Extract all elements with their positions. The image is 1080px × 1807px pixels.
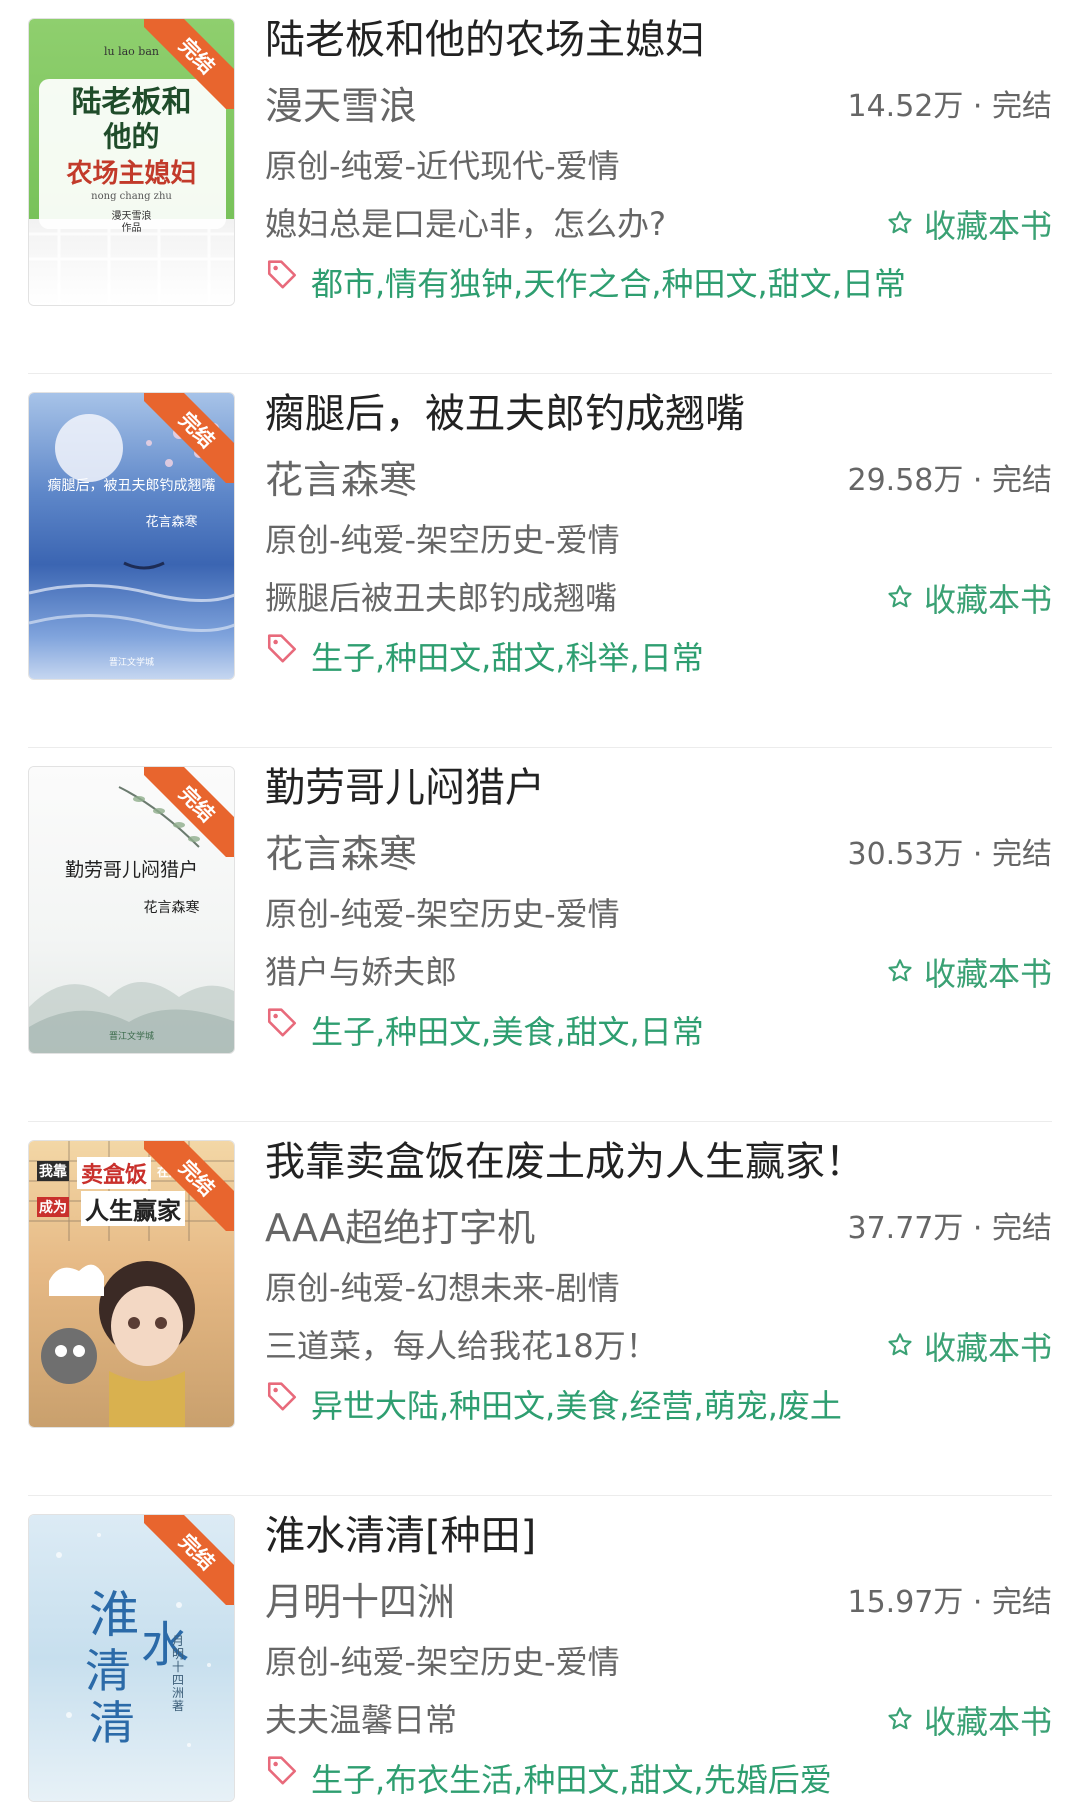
book-author[interactable]: AAA超绝打字机: [265, 1200, 535, 1256]
favorite-button[interactable]: 收藏本书: [886, 200, 1052, 252]
book-card[interactable]: 我靠 卖盒饭 在废土 成为 人生赢家 完结 我靠卖盒饭在废土成为人生赢家！ AA…: [0, 1122, 1080, 1496]
book-tags: 生子,种田文,甜文,科举,日常: [265, 630, 704, 685]
cover-title: 勤劳哥儿闷猎户: [64, 859, 198, 881]
book-title[interactable]: 勤劳哥儿闷猎户: [265, 758, 545, 818]
book-cover[interactable]: 瘸腿后，被丑夫郎钓成翘嘴 花言森寒 晋江文学城 完结: [28, 392, 235, 680]
tag-icon: [265, 1378, 299, 1433]
book-summary: 媳妇总是口是心非，怎么办?: [265, 205, 666, 243]
cover-author: 花言森寒: [145, 515, 198, 530]
book-summary: 夫夫温馨日常: [265, 1701, 458, 1739]
tag-icon: [265, 1752, 299, 1807]
book-cover[interactable]: lu lao ban 陆老板和 他的 农场主媳妇 nong chang zhu …: [28, 18, 235, 306]
book-title[interactable]: 我靠卖盒饭在废土成为人生赢家！: [265, 1132, 865, 1192]
book-cover[interactable]: 勤劳哥儿闷猎户 花言森寒 晋江文学城 完结: [28, 766, 235, 1054]
favorite-label: 收藏本书: [923, 1329, 1052, 1367]
book-tags: 生子,种田文,美食,甜文,日常: [265, 1004, 704, 1059]
cover-author: 月明十四洲著: [171, 1634, 184, 1713]
book-stats: 37.77万 · 完结: [847, 1211, 1053, 1246]
favorite-button[interactable]: 收藏本书: [886, 1696, 1052, 1748]
completed-ribbon: 完结: [144, 1141, 234, 1231]
book-list: lu lao ban 陆老板和 他的 农场主媳妇 nong chang zhu …: [0, 0, 1080, 1802]
favorite-label: 收藏本书: [923, 581, 1052, 619]
book-author[interactable]: 花言森寒: [265, 826, 417, 882]
cover-title-part: 卖盒饭: [77, 1157, 152, 1189]
completed-ribbon: 完结: [144, 19, 234, 109]
favorite-button[interactable]: 收藏本书: [886, 574, 1052, 626]
book-category: 原创-纯爱-近代现代-爱情: [265, 147, 620, 185]
star-outline-icon: [886, 1322, 914, 1374]
star-outline-icon: [886, 948, 914, 1000]
star-outline-icon: [886, 200, 914, 252]
tag-list[interactable]: 生子,种田文,甜文,科举,日常: [311, 632, 704, 684]
tag-list[interactable]: 生子,种田文,美食,甜文,日常: [311, 1006, 704, 1058]
book-author[interactable]: 花言森寒: [265, 452, 417, 508]
star-outline-icon: [886, 574, 914, 626]
book-summary: 三道菜，每人给我花18万！: [265, 1327, 658, 1365]
cover-publisher: 晋江文学城: [108, 658, 154, 668]
tag-list[interactable]: 都市,情有独钟,天作之合,种田文,甜文,日常: [311, 258, 906, 310]
book-card[interactable]: lu lao ban 陆老板和 他的 农场主媳妇 nong chang zhu …: [0, 0, 1080, 374]
cover-title-line: 农场主媳妇: [66, 159, 197, 189]
book-stats: 15.97万 · 完结: [847, 1585, 1053, 1620]
book-stats: 14.52万 · 完结: [847, 89, 1053, 124]
tag-list[interactable]: 生子,布衣生活,种田文,甜文,先婚后爱: [311, 1754, 832, 1806]
book-card[interactable]: 淮 水 清 清 月明十四洲著 完结 淮水清清[种田] 月明十四洲 15.97万 …: [0, 1496, 1080, 1802]
book-card[interactable]: 瘸腿后，被丑夫郎钓成翘嘴 花言森寒 晋江文学城 完结 瘸腿后，被丑夫郎钓成翘嘴 …: [0, 374, 1080, 748]
cover-title-char: 清: [89, 1696, 135, 1750]
book-summary: 撅腿后被丑夫郎钓成翘嘴: [265, 579, 618, 617]
book-tags: 异世大陆,种田文,美食,经营,萌宠,废土: [265, 1378, 842, 1433]
cover-title-line: 他的: [103, 120, 160, 153]
cover-pinyin: nong chang zhu: [91, 191, 172, 202]
book-stats: 29.58万 · 完结: [847, 463, 1053, 498]
favorite-button[interactable]: 收藏本书: [886, 948, 1052, 1000]
book-title[interactable]: 陆老板和他的农场主媳妇: [265, 10, 705, 70]
favorite-button[interactable]: 收藏本书: [886, 1322, 1052, 1374]
favorite-label: 收藏本书: [923, 1703, 1052, 1741]
favorite-label: 收藏本书: [923, 955, 1052, 993]
tag-list[interactable]: 异世大陆,种田文,美食,经营,萌宠,废土: [311, 1380, 842, 1432]
book-title[interactable]: 淮水清清[种田]: [265, 1506, 536, 1566]
book-category: 原创-纯爱-架空历史-爱情: [265, 521, 620, 559]
book-category: 原创-纯爱-架空历史-爱情: [265, 1643, 620, 1681]
book-author[interactable]: 漫天雪浪: [265, 78, 417, 134]
cover-author: 花言森寒: [143, 900, 200, 916]
book-stats: 30.53万 · 完结: [847, 837, 1053, 872]
tag-icon: [265, 1004, 299, 1059]
book-category: 原创-纯爱-架空历史-爱情: [265, 895, 620, 933]
book-cover[interactable]: 我靠 卖盒饭 在废土 成为 人生赢家 完结: [28, 1140, 235, 1428]
book-card[interactable]: 勤劳哥儿闷猎户 花言森寒 晋江文学城 完结 勤劳哥儿闷猎户 花言森寒 30.53…: [0, 748, 1080, 1122]
cover-title-part: 我靠: [37, 1161, 69, 1181]
cover-publisher: 晋江文学城: [108, 1032, 154, 1042]
completed-ribbon: 完结: [144, 393, 234, 483]
completed-ribbon: 完结: [144, 767, 234, 857]
cover-work: 作品: [121, 223, 142, 234]
book-summary: 猎户与娇夫郎: [265, 953, 458, 991]
cover-title-part: 成为: [37, 1197, 69, 1217]
tag-icon: [265, 256, 299, 311]
book-cover[interactable]: 淮 水 清 清 月明十四洲著 完结: [28, 1514, 235, 1802]
book-author[interactable]: 月明十四洲: [265, 1574, 455, 1630]
tag-icon: [265, 630, 299, 685]
star-outline-icon: [886, 1696, 914, 1748]
completed-ribbon: 完结: [144, 1515, 234, 1605]
book-tags: 生子,布衣生活,种田文,甜文,先婚后爱: [265, 1752, 832, 1807]
book-category: 原创-纯爱-幻想未来-剧情: [265, 1269, 620, 1307]
book-title[interactable]: 瘸腿后，被丑夫郎钓成翘嘴: [265, 384, 745, 444]
favorite-label: 收藏本书: [923, 207, 1052, 245]
book-tags: 都市,情有独钟,天作之合,种田文,甜文,日常: [265, 256, 906, 311]
